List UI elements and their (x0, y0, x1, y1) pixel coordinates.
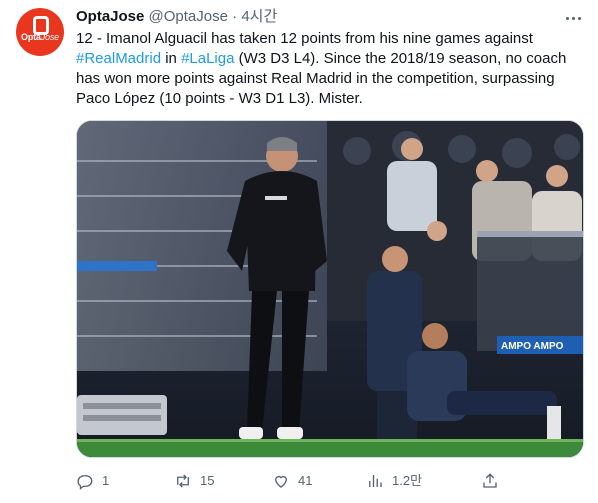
tweet-text-part: 12 - Imanol Alguacil has taken 12 points… (76, 30, 533, 47)
tweet-card[interactable]: OptaJose OptaJose @OptaJose · 4시간 12 - I… (0, 0, 598, 503)
hashtag-realmadrid-link[interactable]: #RealMadrid (76, 50, 161, 67)
avatar-logo-text: OptaJose (21, 32, 59, 42)
share-icon (483, 473, 497, 488)
author-avatar[interactable]: OptaJose (16, 8, 64, 56)
reply-icon (77, 475, 93, 490)
like-button[interactable]: 41 (272, 467, 312, 495)
tweet-actions: 1 15 41 1.2만 (76, 467, 582, 495)
views-count: 1.2만 (392, 473, 423, 488)
dugout-board-text: AMPO AMPO (501, 341, 564, 352)
author-handle[interactable]: @OptaJose (149, 8, 228, 25)
reply-button[interactable]: 1 (76, 467, 109, 495)
more-options-icon[interactable] (560, 8, 586, 28)
hashtag-laliga-link[interactable]: #LaLiga (181, 50, 234, 67)
like-count: 41 (298, 473, 313, 488)
retweet-icon (177, 474, 189, 488)
author-display-name[interactable]: OptaJose (76, 8, 144, 25)
heart-icon (275, 475, 287, 488)
header-separator: · (232, 8, 238, 25)
tweet-text-part: in (161, 50, 182, 67)
tweet-text: 12 - Imanol Alguacil has taken 12 points… (76, 29, 586, 109)
retweet-button[interactable]: 15 (174, 467, 214, 495)
tweet-photo[interactable]: AMPO AMPO (76, 120, 584, 458)
bar-chart-icon (369, 475, 382, 487)
views-button[interactable]: 1.2만 (366, 467, 422, 495)
tweet-timestamp[interactable]: 4시간 (241, 8, 277, 25)
stadium-photo: AMPO AMPO (77, 121, 583, 457)
retweet-count: 15 (200, 473, 215, 488)
reply-count: 1 (102, 473, 110, 488)
share-button[interactable] (481, 467, 499, 495)
tweet-header: OptaJose @OptaJose · 4시간 (76, 7, 578, 29)
